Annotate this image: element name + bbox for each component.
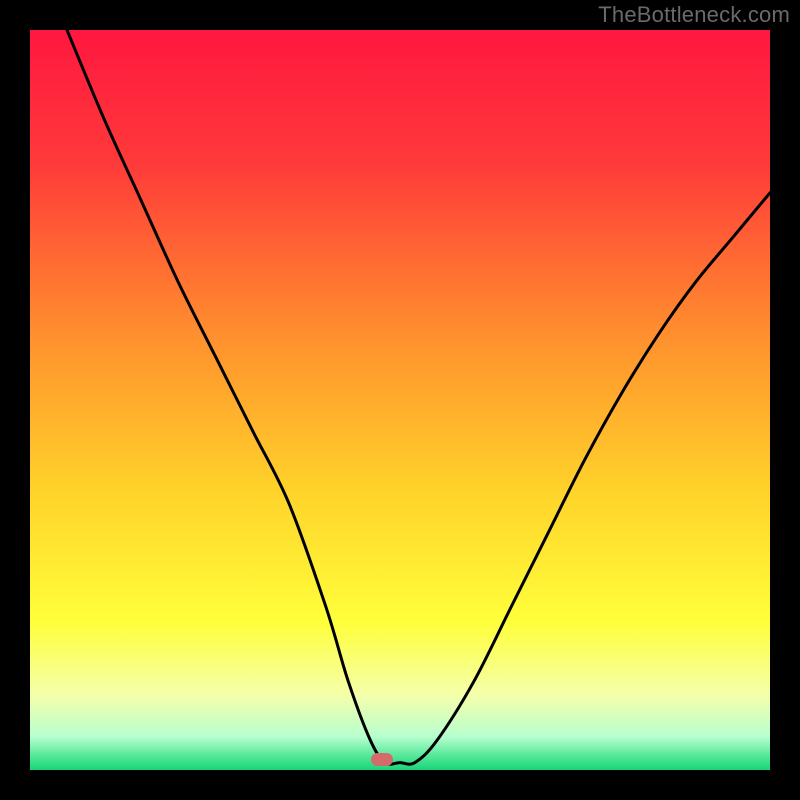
optimum-marker [371,753,393,766]
watermark-text: TheBottleneck.com [598,2,790,28]
chart-frame: TheBottleneck.com [0,0,800,800]
bottleneck-plot [30,30,770,770]
gradient-background [30,30,770,770]
plot-svg [30,30,770,770]
